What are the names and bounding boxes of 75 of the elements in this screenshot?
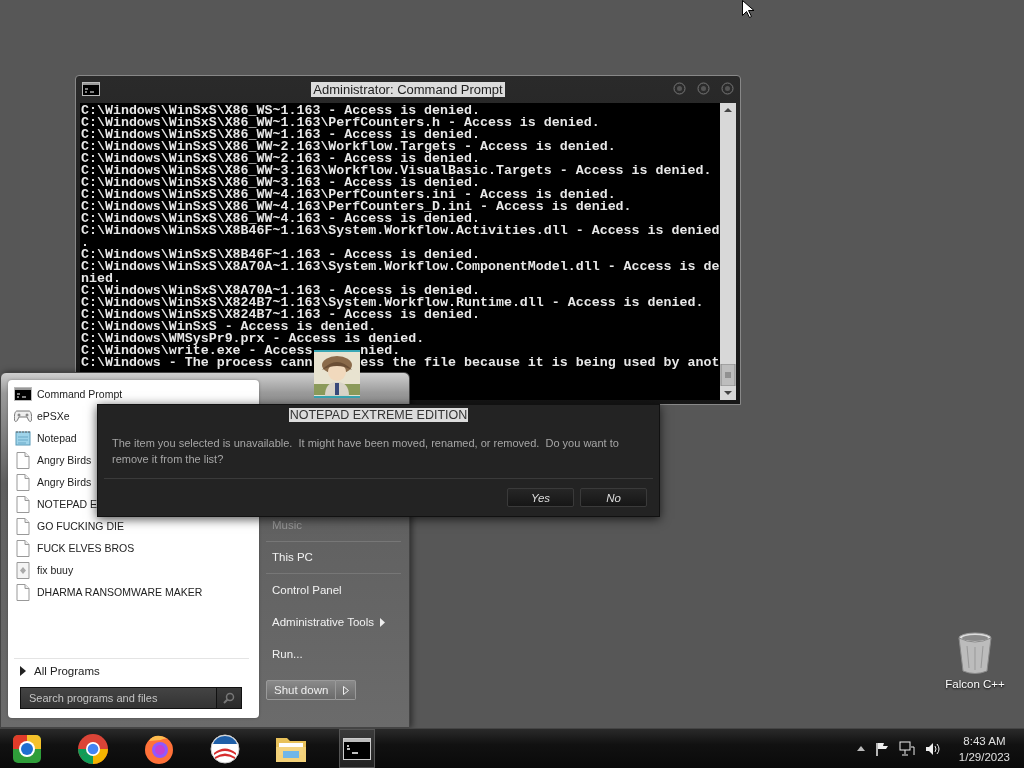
program-item[interactable]: ePSXe <box>12 405 70 427</box>
shutdown-options-button[interactable] <box>336 680 357 700</box>
program-item[interactable]: Angry Birds <box>12 449 92 471</box>
clock-date: 1/29/2023 <box>958 749 1010 765</box>
dialog-title: NOTEPAD EXTREME EDITION <box>288 408 469 422</box>
dialog-button[interactable]: Yes <box>507 488 574 507</box>
menu-item[interactable]: Run... <box>266 647 303 661</box>
document-icon <box>14 495 32 513</box>
document-icon <box>14 473 32 491</box>
document-icon <box>14 539 32 557</box>
clock-time: 8:43 AM <box>963 733 1006 749</box>
console-line: C:\Windows\WinSxS\X824B7~1.163 - Access is denied. <box>81 309 480 321</box>
window-title: Administrator: Command Prompt <box>311 81 505 97</box>
caret-icon <box>342 685 349 695</box>
console-line: C:\Windows\WinSxS\X8B46F~1.163 - Access is denied. <box>81 249 480 261</box>
menu-item[interactable]: This PC <box>266 551 313 564</box>
console-text: ess the file because it is being used by anot <box>360 355 720 370</box>
installer-icon <box>14 561 32 579</box>
search-button[interactable] <box>216 687 242 709</box>
console-text: nied. <box>360 343 401 358</box>
browser-icon[interactable] <box>77 732 109 765</box>
taskbar-button[interactable] <box>339 729 375 768</box>
terminal-icon <box>82 81 100 96</box>
console-line: C:\Windows\WinSxS\X86_WW~3.163 - Access is denied. <box>81 177 480 189</box>
volume-icon[interactable] <box>924 741 941 756</box>
console-line: C:\Windows\WinSxS\X824B7~1.163\System.Workflow.Runtime.dll - Access is denied. <box>81 297 705 309</box>
console-line: C:\Windows\WinSxS\X86_WW~2.163 - Access is denied. <box>81 153 480 165</box>
sunrise-logo-icon[interactable] <box>210 733 240 764</box>
console-line: C:\Windows\WinSxS\X86_WW~2.163\Workflow.Targets - Access is denied. <box>81 141 617 153</box>
recycle-bin-icon[interactable] <box>957 632 993 674</box>
flag-icon[interactable] <box>874 741 889 756</box>
program-item[interactable]: GO FUCKING DIE <box>12 515 124 537</box>
console-text: C:\Windows - The process cann <box>81 355 313 370</box>
program-item[interactable]: fix buuy <box>12 559 74 581</box>
console-line: C:\Windows\WinSxS\X86_WW~4.163 - Access is denied. <box>81 213 480 225</box>
program-item[interactable]: Command Prompt <box>12 383 123 405</box>
console-line: . <box>81 237 89 249</box>
program-item[interactable]: DHARMA RANSOMWARE MAKER <box>12 581 203 603</box>
search-field[interactable]: Search programs and files <box>20 687 216 709</box>
gamepad-icon <box>14 408 32 424</box>
document-icon <box>14 583 32 601</box>
terminal-icon <box>14 387 32 401</box>
console-line: nied. <box>81 273 121 285</box>
console-line: C:\Windows\WinSxS\X86_WW~1.163 - Access is denied. <box>81 129 480 141</box>
console-line: C:\Windows\WinSxS\X8A70A~1.163 - Access is denied. <box>81 285 480 297</box>
console-line: C:\Windows\WinSxS\X86_WW~3.163\Workflow.VisualBasic.Targets - Access is denied. <box>81 165 713 177</box>
search-icon <box>223 692 235 704</box>
console-line: C:\Windows\WinSxS\X86_WW~4.163\PerfCounters_D.ini - Access is denied. <box>81 201 633 213</box>
show-hidden-icons-icon[interactable] <box>856 746 865 751</box>
menu-item[interactable]: Administrative Tools <box>266 615 386 629</box>
document-icon <box>14 451 32 469</box>
dialog-button[interactable]: No <box>580 488 647 507</box>
terminal-icon[interactable] <box>343 737 371 760</box>
network-icon[interactable] <box>898 741 915 756</box>
all-programs-item[interactable]: All Programs <box>8 659 259 687</box>
notepad-icon <box>14 430 32 446</box>
program-item[interactable]: Notepad <box>12 427 77 449</box>
menu-item[interactable]: Control Panel <box>266 583 342 597</box>
console-line: C:\Windows\WinSxS\X86_WW~1.163\PerfCounters.h - Access is denied. <box>81 117 601 129</box>
console-line: C:\Windows\WinSxS\X8A70A~1.163\System.Workflow.ComponentModel.dll - Access is de <box>81 261 720 273</box>
console-line: C:\Windows\WinSxS - Access is denied. <box>81 321 377 333</box>
dialog-message: The item you selected is unavailable. It might have been moved, renamed, or removed. Do you want to remove it from the list? <box>111 436 620 467</box>
triangle-icon <box>20 666 26 676</box>
cursor-icon <box>742 0 754 18</box>
scroll-thumb[interactable] <box>720 364 736 386</box>
shut-down-button[interactable]: Shut down <box>266 680 337 700</box>
desktop-icon-label: Falcon C++ <box>945 678 1005 690</box>
document-icon <box>14 517 32 535</box>
program-item[interactable]: FUCK ELVES BROS <box>12 537 135 559</box>
console-line: C:\Windows\WMSysPr9.prx - Access is denied. <box>81 333 426 345</box>
program-item[interactable]: Angry Birds <box>12 471 92 493</box>
console-line: C:\Windows\WinSxS\X8B46F~1.163\System.Workflow.Activities.dll - Access is denied <box>81 225 720 237</box>
program-item[interactable]: NOTEPAD E <box>12 493 97 515</box>
console-line: C:\Windows\WinSxS\X86_WW~4.163\PerfCounters.ini - Access is denied. <box>81 189 616 201</box>
console-line: C:\Windows\WinSxS\X86_WS~1.163 - Access is denied. <box>81 105 480 117</box>
